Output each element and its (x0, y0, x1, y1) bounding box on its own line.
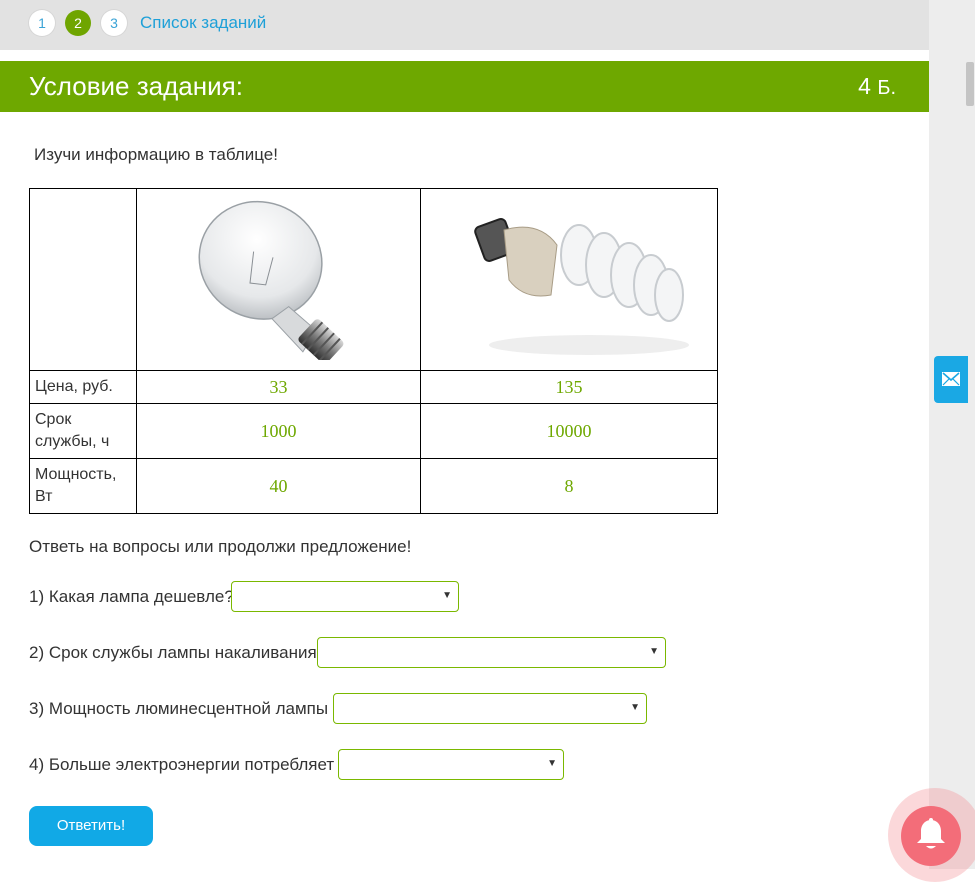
step-3-button[interactable]: 3 (101, 10, 127, 36)
dropdown-arrow-icon: ▼ (442, 590, 452, 601)
question-2-dropdown[interactable]: ▼ (317, 637, 666, 668)
page-title: Условие задания: (29, 71, 243, 101)
intro-text: Изучи информацию в таблице! (34, 145, 278, 164)
feedback-mail-button[interactable] (934, 356, 968, 403)
question-4-label: 4) Больше электроэнергии потребляет (29, 755, 335, 774)
row-label: Срок службы, ч (29, 403, 137, 459)
table-cell: 40 (136, 458, 421, 514)
fluorescent-bulb-image (420, 188, 718, 371)
points-badge: 4 Б. (858, 73, 896, 100)
mail-icon (942, 372, 960, 386)
empty-cell (29, 188, 137, 371)
dropdown-arrow-icon: ▼ (630, 702, 640, 713)
row-label: Цена, руб. (29, 370, 137, 404)
table-cell: 135 (420, 370, 718, 404)
notifications-button[interactable] (901, 806, 961, 866)
question-1-label: 1) Какая лампа дешевле? (29, 587, 234, 606)
dropdown-arrow-icon: ▼ (649, 646, 659, 657)
instructions-text: Ответь на вопросы или продолжи предложен… (29, 537, 412, 556)
question-3-dropdown[interactable]: ▼ (333, 693, 647, 724)
incandescent-bulb-image (136, 188, 421, 371)
question-4-dropdown[interactable]: ▼ (338, 749, 564, 780)
incandescent-bulb-icon (198, 200, 343, 360)
fluorescent-bulb-icon (474, 217, 689, 355)
step-2-button[interactable]: 2 (65, 10, 91, 36)
points-unit: Б. (877, 77, 896, 99)
task-list-link[interactable]: Список заданий (140, 13, 266, 33)
table-cell: 1000 (136, 403, 421, 459)
step-1-button[interactable]: 1 (29, 10, 55, 36)
question-1-dropdown[interactable]: ▼ (231, 581, 459, 612)
row-label: Мощность, Вт (29, 458, 137, 514)
points-value: 4 (858, 73, 871, 99)
bell-icon (917, 818, 945, 849)
table-cell: 10000 (420, 403, 718, 459)
dropdown-arrow-icon: ▼ (547, 758, 557, 769)
step-navigation: 1 2 3 Список заданий (0, 0, 929, 50)
question-2-label: 2) Срок службы лампы накаливания (29, 643, 317, 662)
task-header: Условие задания: 4 Б. (0, 61, 929, 112)
lamp-comparison-table: Цена, руб. 33 135 Срок службы, ч 1000 10… (29, 188, 718, 514)
table-cell: 33 (136, 370, 421, 404)
scrollbar-thumb[interactable] (966, 62, 974, 106)
table-row: Срок службы, ч 1000 10000 (29, 403, 718, 459)
right-gutter (929, 0, 975, 869)
question-3-label: 3) Мощность люминесцентной лампы (29, 699, 329, 718)
table-cell: 8 (420, 458, 718, 514)
table-row (29, 188, 718, 371)
table-row: Цена, руб. 33 135 (29, 370, 718, 404)
table-row: Мощность, Вт 40 8 (29, 458, 718, 514)
submit-answer-button[interactable]: Ответить! (29, 806, 153, 846)
